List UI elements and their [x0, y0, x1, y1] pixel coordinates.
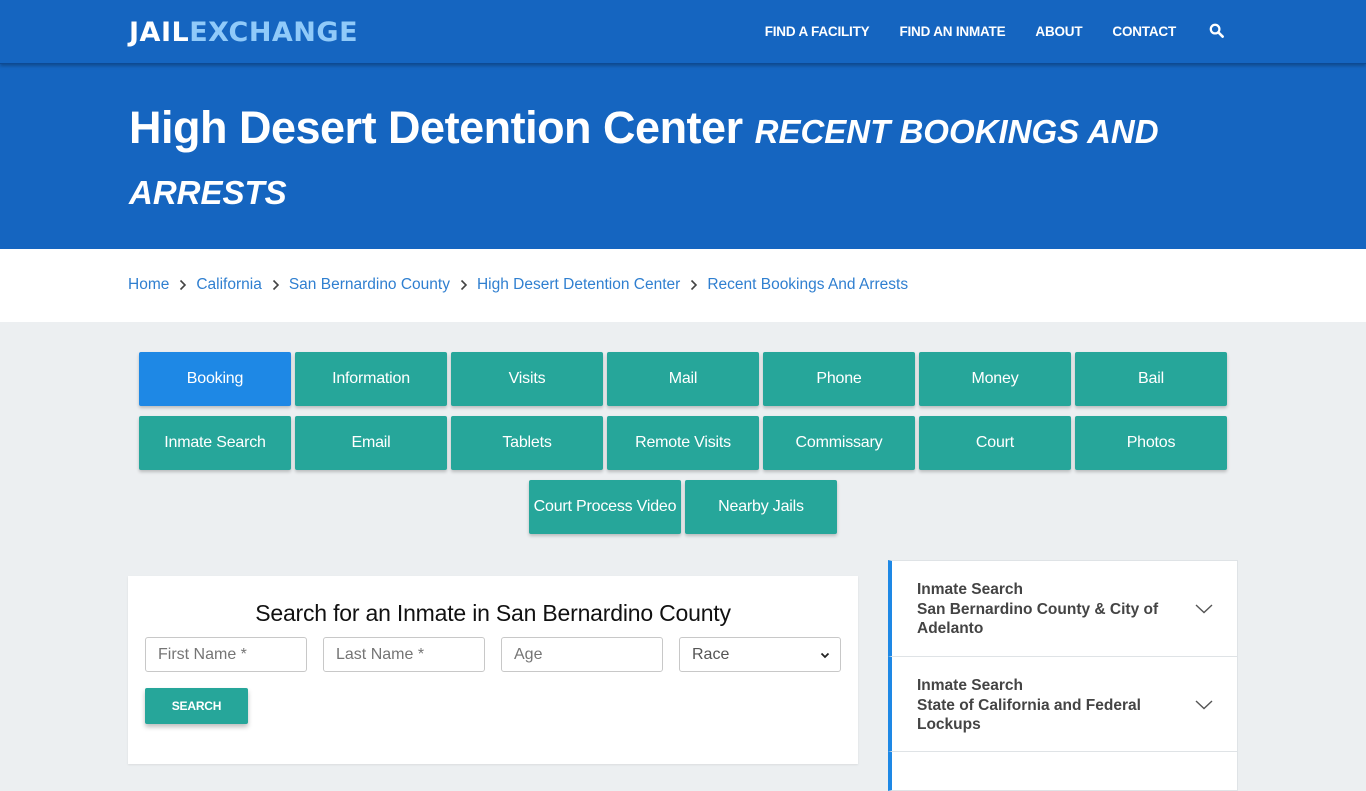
chevron-down-icon[interactable]: [1195, 601, 1213, 619]
breadcrumb-home[interactable]: Home: [128, 276, 169, 294]
search-title: Search for an Inmate in San Bernardino C…: [255, 600, 731, 626]
btn-photos[interactable]: Photos: [1075, 416, 1227, 470]
btn-mail[interactable]: Mail: [607, 352, 759, 406]
race-select[interactable]: Race: [679, 637, 841, 672]
btn-phone[interactable]: Phone: [763, 352, 915, 406]
btn-visits[interactable]: Visits: [451, 352, 603, 406]
nav-about[interactable]: ABOUT: [1035, 24, 1082, 39]
btn-nearby-jails[interactable]: Nearby Jails: [685, 480, 837, 534]
first-name-field[interactable]: [145, 637, 307, 672]
accordion-item-county-search[interactable]: Inmate Search San Bernardino County & Ci…: [888, 560, 1238, 657]
btn-inmate-search[interactable]: Inmate Search: [139, 416, 291, 470]
inmate-search-card: Search for an Inmate in San Bernardino C…: [128, 576, 858, 764]
accordion-item-more[interactable]: [888, 751, 1238, 791]
breadcrumb-county[interactable]: San Bernardino County: [289, 276, 450, 294]
btn-remote-visits[interactable]: Remote Visits: [607, 416, 759, 470]
accordion-title-line2: San Bernardino County & City of Adelanto: [917, 600, 1159, 638]
btn-commissary[interactable]: Commissary: [763, 416, 915, 470]
breadcrumb-facility[interactable]: High Desert Detention Center: [477, 276, 680, 294]
btn-information[interactable]: Information: [295, 352, 447, 406]
age-input[interactable]: [514, 645, 650, 664]
chevron-down-icon: [820, 646, 830, 664]
accordion-title-line2: State of California and Federal Lockups: [917, 696, 1141, 734]
logo-jail: JAIL: [129, 17, 190, 48]
search-button[interactable]: SEARCH: [145, 688, 248, 724]
nav-find-a-facility[interactable]: FIND A FACILITY: [765, 24, 870, 39]
chevron-right-icon: [272, 279, 280, 291]
btn-bail[interactable]: Bail: [1075, 352, 1227, 406]
btn-money[interactable]: Money: [919, 352, 1071, 406]
race-selected-value: Race: [692, 645, 730, 663]
nav-find-an-inmate[interactable]: FIND AN INMATE: [899, 24, 1005, 39]
breadcrumb-bar: Home California San Bernardino County Hi…: [0, 249, 1366, 322]
logo-exchange: EXCHANGE: [189, 17, 359, 48]
accordion-title: Inmate Search San Bernardino County & Ci…: [917, 580, 1162, 639]
top-navbar: JAILEXCHANGE FIND A FACILITY FIND AN INM…: [0, 0, 1366, 64]
search-icon[interactable]: [1209, 23, 1225, 39]
breadcrumb-california[interactable]: California: [196, 276, 261, 294]
btn-booking[interactable]: Booking: [139, 352, 291, 406]
facility-name: High Desert Detention Center: [129, 102, 743, 153]
main-nav: FIND A FACILITY FIND AN INMATE ABOUT CON…: [735, 0, 1225, 62]
last-name-field[interactable]: [323, 637, 485, 672]
accordion-item-state-search[interactable]: Inmate Search State of California and Fe…: [888, 656, 1238, 752]
age-field[interactable]: [501, 637, 663, 672]
accordion-title-line1: Inmate Search: [917, 677, 1023, 694]
breadcrumb: Home California San Bernardino County Hi…: [128, 276, 908, 294]
btn-email[interactable]: Email: [295, 416, 447, 470]
first-name-input[interactable]: [158, 645, 294, 664]
last-name-input[interactable]: [336, 645, 472, 664]
accordion-title: Inmate Search State of California and Fe…: [917, 676, 1162, 735]
chevron-right-icon: [460, 279, 468, 291]
sidebar-accordion: Inmate Search San Bernardino County & Ci…: [888, 560, 1238, 791]
hero-banner: High Desert Detention Center RECENT BOOK…: [0, 64, 1366, 249]
btn-court-process-video[interactable]: Court Process Video: [529, 480, 681, 534]
page-title: High Desert Detention Center RECENT BOOK…: [129, 99, 1209, 221]
chevron-right-icon: [179, 279, 187, 291]
breadcrumb-current[interactable]: Recent Bookings And Arrests: [707, 276, 908, 294]
chevron-down-icon[interactable]: [1195, 697, 1213, 715]
btn-tablets[interactable]: Tablets: [451, 416, 603, 470]
site-logo[interactable]: JAILEXCHANGE: [129, 16, 358, 50]
chevron-right-icon: [690, 279, 698, 291]
nav-contact[interactable]: CONTACT: [1112, 24, 1176, 39]
accordion-title-line1: Inmate Search: [917, 581, 1023, 598]
btn-court[interactable]: Court: [919, 416, 1071, 470]
